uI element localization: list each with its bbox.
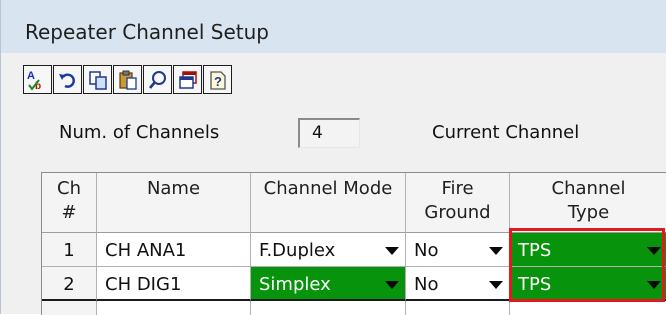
window-title: Repeater Channel Setup (25, 20, 269, 44)
row1-name-field[interactable]: CH ANA1 (97, 233, 251, 267)
dropdown-arrow-icon[interactable] (489, 281, 503, 289)
row1-fire-ground-value: No (414, 240, 439, 261)
row1-number: 1 (42, 233, 97, 267)
find-icon[interactable] (143, 65, 172, 94)
row1-fire-ground-select[interactable]: No (406, 233, 510, 267)
dropdown-arrow-icon[interactable] (385, 247, 399, 255)
header-ch-number: Ch # (42, 173, 97, 233)
svg-text:A: A (27, 70, 35, 82)
row3-channel-mode-select[interactable] (251, 301, 406, 315)
row2-channel-mode-select[interactable]: Simplex (251, 267, 406, 301)
row2-fire-ground-value: No (414, 274, 439, 295)
num-channels-field[interactable]: 4 (298, 118, 360, 148)
row3-number (42, 301, 97, 315)
copy-icon[interactable] (83, 65, 112, 94)
row2-fire-ground-select[interactable]: No (406, 267, 510, 301)
dropdown-arrow-icon[interactable] (385, 281, 399, 289)
repeater-channel-setup-window: Repeater Channel Setup Ab ? Num. of Chan… (0, 0, 666, 315)
header-name: Name (97, 173, 251, 233)
window-icon[interactable] (173, 65, 202, 94)
row3-fire-ground-select[interactable] (406, 301, 510, 315)
row2-number: 2 (42, 267, 97, 301)
paste-icon[interactable] (113, 65, 142, 94)
svg-text:?: ? (214, 74, 222, 89)
row3-channel-type-select[interactable] (510, 301, 666, 315)
header-fire-ground: Fire Ground (406, 173, 510, 233)
undo-icon[interactable] (53, 65, 82, 94)
num-channels-label: Num. of Channels (59, 122, 220, 143)
row1-channel-mode-value: F.Duplex (259, 240, 336, 261)
title-bar: Repeater Channel Setup (1, 0, 666, 53)
current-channel-label: Current Channel (432, 122, 580, 143)
row3-name-field[interactable] (97, 301, 251, 315)
highlight-box (509, 228, 665, 302)
row1-channel-mode-select[interactable]: F.Duplex (251, 233, 406, 267)
toolbar: Ab ? (23, 65, 232, 97)
help-icon[interactable]: ? (203, 65, 232, 94)
header-channel-mode: Channel Mode (251, 173, 406, 233)
dropdown-arrow-icon[interactable] (489, 247, 503, 255)
row2-channel-mode-value: Simplex (259, 274, 331, 295)
row2-name-field[interactable]: CH DIG1 (97, 267, 251, 301)
header-channel-type: Channel Type (510, 173, 666, 233)
spell-check-icon[interactable]: Ab (23, 65, 52, 94)
